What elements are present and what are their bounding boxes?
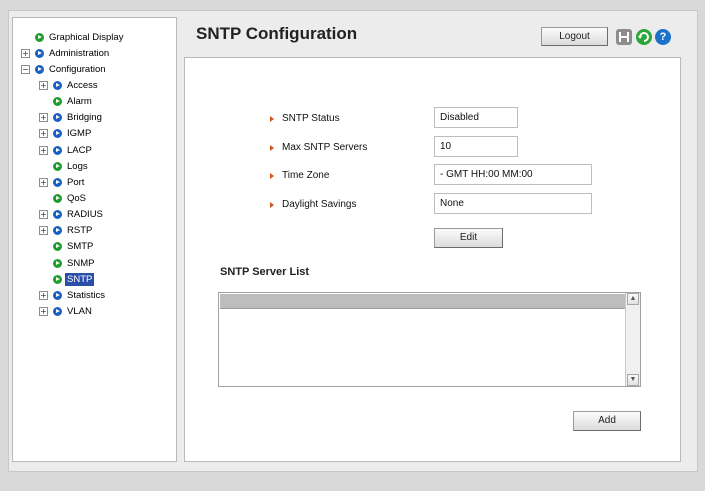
field-label-max-sntp-servers: Max SNTP Servers bbox=[270, 142, 367, 153]
sidebar-item-alarm[interactable]: Alarm bbox=[39, 95, 94, 109]
sidebar-item-qos[interactable]: QoS bbox=[39, 192, 88, 206]
field-label-text: Max SNTP Servers bbox=[282, 142, 368, 153]
sidebar-item-label[interactable]: Access bbox=[65, 79, 100, 92]
folder-node-icon bbox=[35, 48, 44, 58]
server-list-scrollbar[interactable]: ▲ ▼ bbox=[625, 293, 640, 386]
folder-node-icon bbox=[53, 210, 62, 220]
page-node-icon bbox=[53, 274, 62, 284]
sidebar-item-bridging[interactable]: + Bridging bbox=[39, 111, 104, 125]
page-node-icon bbox=[53, 258, 62, 268]
sidebar-item-label[interactable]: SNMP bbox=[65, 257, 96, 270]
sidebar-item-access[interactable]: + Access bbox=[39, 78, 100, 92]
bullet-arrow-icon bbox=[270, 172, 274, 179]
add-button[interactable]: Add bbox=[573, 411, 641, 431]
save-icon-glyph bbox=[619, 32, 629, 42]
folder-node-icon bbox=[53, 307, 62, 317]
field-label-text: SNTP Status bbox=[282, 113, 340, 124]
page-node-icon bbox=[53, 97, 62, 107]
sidebar-item-administration[interactable]: + Administration bbox=[21, 46, 111, 60]
collapse-icon[interactable]: − bbox=[21, 64, 30, 74]
sidebar-item-label[interactable]: QoS bbox=[65, 192, 88, 205]
field-label-sntp-status: SNTP Status bbox=[270, 113, 340, 124]
sidebar-item-vlan[interactable]: + VLAN bbox=[39, 305, 94, 319]
server-list[interactable]: ▲ ▼ bbox=[218, 292, 641, 387]
field-value-daylight-savings: None bbox=[434, 193, 592, 214]
scroll-up-button[interactable]: ▲ bbox=[627, 293, 639, 305]
page-title: SNTP Configuration bbox=[196, 24, 358, 43]
sidebar-item-sntp[interactable]: SNTP bbox=[39, 272, 95, 286]
sidebar-item-label[interactable]: IGMP bbox=[65, 127, 93, 140]
refresh-icon[interactable] bbox=[636, 29, 652, 45]
expand-icon[interactable]: + bbox=[39, 129, 48, 139]
scroll-down-button[interactable]: ▼ bbox=[627, 374, 639, 386]
sidebar-item-label[interactable]: Port bbox=[65, 176, 86, 189]
sidebar-item-label[interactable]: Alarm bbox=[65, 95, 94, 108]
sidebar-item-rstp[interactable]: + RSTP bbox=[39, 224, 94, 238]
logout-button[interactable]: Logout bbox=[541, 27, 608, 46]
bullet-arrow-icon bbox=[270, 144, 274, 151]
sidebar-item-label[interactable]: RADIUS bbox=[65, 208, 105, 221]
field-value-time-zone: - GMT HH:00 MM:00 bbox=[434, 164, 592, 185]
sidebar-item-snmp[interactable]: SNMP bbox=[39, 256, 96, 270]
folder-node-icon bbox=[35, 64, 44, 74]
folder-node-icon bbox=[53, 290, 62, 300]
field-value-max-sntp-servers: 10 bbox=[434, 136, 518, 157]
sidebar-item-label[interactable]: LACP bbox=[65, 144, 94, 157]
folder-node-icon bbox=[53, 226, 62, 236]
sidebar-item-label[interactable]: SMTP bbox=[65, 240, 95, 253]
sidebar-item-label[interactable]: RSTP bbox=[65, 224, 94, 237]
sidebar-item-lacp[interactable]: + LACP bbox=[39, 143, 94, 157]
sidebar-item-label[interactable]: Configuration bbox=[47, 63, 108, 76]
sidebar-item-label[interactable]: Statistics bbox=[65, 289, 107, 302]
field-label-text: Daylight Savings bbox=[282, 199, 357, 210]
bullet-arrow-icon bbox=[270, 201, 274, 208]
folder-node-icon bbox=[53, 177, 62, 187]
sidebar-item-radius[interactable]: + RADIUS bbox=[39, 208, 105, 222]
field-label-text: Time Zone bbox=[282, 170, 330, 181]
folder-node-icon bbox=[53, 80, 62, 90]
folder-node-icon bbox=[53, 113, 62, 123]
sidebar-item-label[interactable]: VLAN bbox=[65, 305, 94, 318]
sidebar-item-configuration[interactable]: − Configuration bbox=[21, 62, 108, 76]
navigation-tree: Graphical Display + Administration − Configu… bbox=[12, 17, 177, 462]
sidebar-item-label[interactable]: Graphical Display bbox=[47, 31, 125, 44]
expand-icon[interactable]: + bbox=[21, 48, 30, 58]
sidebar-item-graphical-display[interactable]: Graphical Display bbox=[21, 30, 125, 44]
page-node-icon bbox=[53, 161, 62, 171]
sidebar-item-igmp[interactable]: + IGMP bbox=[39, 127, 93, 141]
expand-icon[interactable]: + bbox=[39, 290, 48, 300]
field-label-time-zone: Time Zone bbox=[270, 170, 329, 181]
page-node-icon bbox=[53, 242, 62, 252]
help-icon[interactable]: ? bbox=[655, 29, 671, 45]
sidebar-item-label[interactable]: Bridging bbox=[65, 111, 104, 124]
field-label-daylight-savings: Daylight Savings bbox=[270, 199, 356, 210]
bullet-arrow-icon bbox=[270, 115, 274, 122]
sidebar-item-statistics[interactable]: + Statistics bbox=[39, 288, 107, 302]
save-icon[interactable] bbox=[616, 29, 632, 45]
sidebar-item-logs[interactable]: Logs bbox=[39, 159, 90, 173]
expand-icon[interactable]: + bbox=[39, 113, 48, 123]
refresh-icon-glyph bbox=[638, 32, 649, 42]
page-node-icon bbox=[35, 32, 44, 42]
expand-icon[interactable]: + bbox=[39, 226, 48, 236]
expand-icon[interactable]: + bbox=[39, 80, 48, 90]
folder-node-icon bbox=[53, 129, 62, 139]
server-list-title: SNTP Server List bbox=[220, 266, 310, 278]
sidebar-item-port[interactable]: + Port bbox=[39, 175, 86, 189]
content-panel bbox=[184, 57, 681, 462]
edit-button[interactable]: Edit bbox=[434, 228, 503, 248]
field-value-sntp-status: Disabled bbox=[434, 107, 518, 128]
page-node-icon bbox=[53, 194, 62, 203]
expand-icon[interactable]: + bbox=[39, 210, 48, 220]
folder-node-icon bbox=[53, 145, 62, 155]
server-list-header bbox=[220, 294, 626, 309]
expand-icon[interactable]: + bbox=[39, 145, 48, 155]
expand-icon[interactable]: + bbox=[39, 307, 48, 317]
sidebar-item-label[interactable]: Administration bbox=[47, 47, 111, 60]
expand-icon[interactable]: + bbox=[39, 177, 48, 187]
sidebar-item-label[interactable]: Logs bbox=[65, 160, 90, 173]
sidebar-item-smtp[interactable]: SMTP bbox=[39, 240, 95, 254]
sidebar-item-label[interactable]: SNTP bbox=[65, 272, 95, 286]
